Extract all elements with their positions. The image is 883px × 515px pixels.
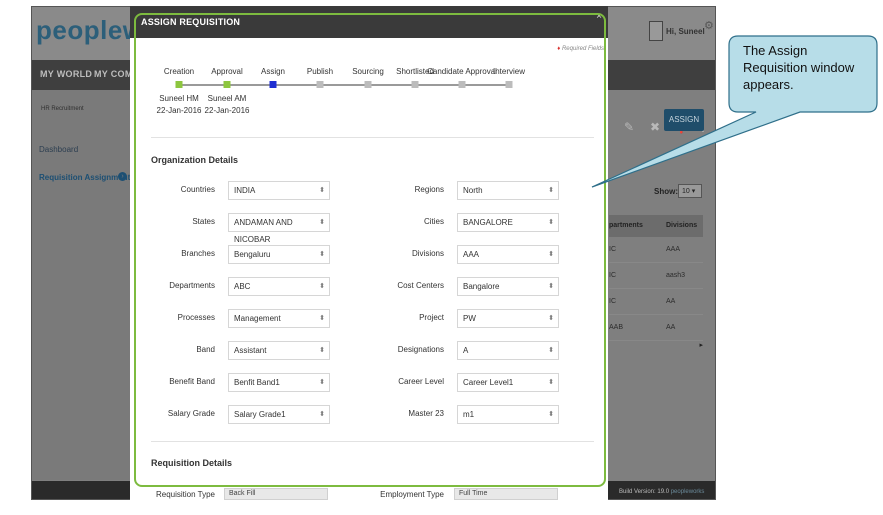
table-cell: IC [609, 246, 616, 253]
table-cell: AA [666, 298, 676, 305]
col-departments[interactable]: partments [609, 215, 661, 237]
requisition-type-field[interactable]: Back Fill [224, 488, 328, 500]
sidebar-item-dashboard[interactable]: Dashboard [39, 145, 78, 154]
app-logo: peoplew [36, 15, 144, 45]
table-cell: AA [666, 324, 676, 331]
employment-type-label: Employment Type [380, 490, 444, 499]
table-row[interactable]: IC AA [609, 289, 703, 315]
footer-brand: peopleworks [670, 489, 705, 495]
table-cell: IC [609, 298, 616, 305]
table-cell: IC [609, 272, 616, 279]
col-divisions[interactable]: Divisions [666, 215, 703, 237]
sidebar-module: HR Recruitment [41, 106, 84, 112]
highlight-frame [134, 13, 606, 487]
callout-text: The Assign Requisition window appears. [743, 43, 855, 92]
build-version: Build Version: 19.0 peopleworks [619, 489, 704, 495]
table-row[interactable]: IC AAA [609, 237, 703, 263]
table-cell: AAB [609, 324, 624, 331]
employment-type-field[interactable]: Full Time [454, 488, 558, 500]
requisition-type-label: Requisition Type [156, 490, 215, 499]
table-cell: AAA [666, 246, 681, 253]
table-cell: aash3 [666, 272, 686, 279]
chevron-right-icon[interactable]: › [118, 172, 127, 181]
scroll-right-icon[interactable]: ▸ [609, 341, 703, 353]
table-header: partments Divisions [609, 215, 703, 237]
table-row[interactable]: AAB AA [609, 315, 703, 341]
nav-my-world[interactable]: MY WORLD [40, 69, 92, 79]
build-version-text: Build Version: 19.0 [619, 489, 670, 495]
table-row[interactable]: IC aash3 [609, 263, 703, 289]
assignments-table: partments Divisions IC AAA IC aash3 IC A… [609, 215, 703, 353]
